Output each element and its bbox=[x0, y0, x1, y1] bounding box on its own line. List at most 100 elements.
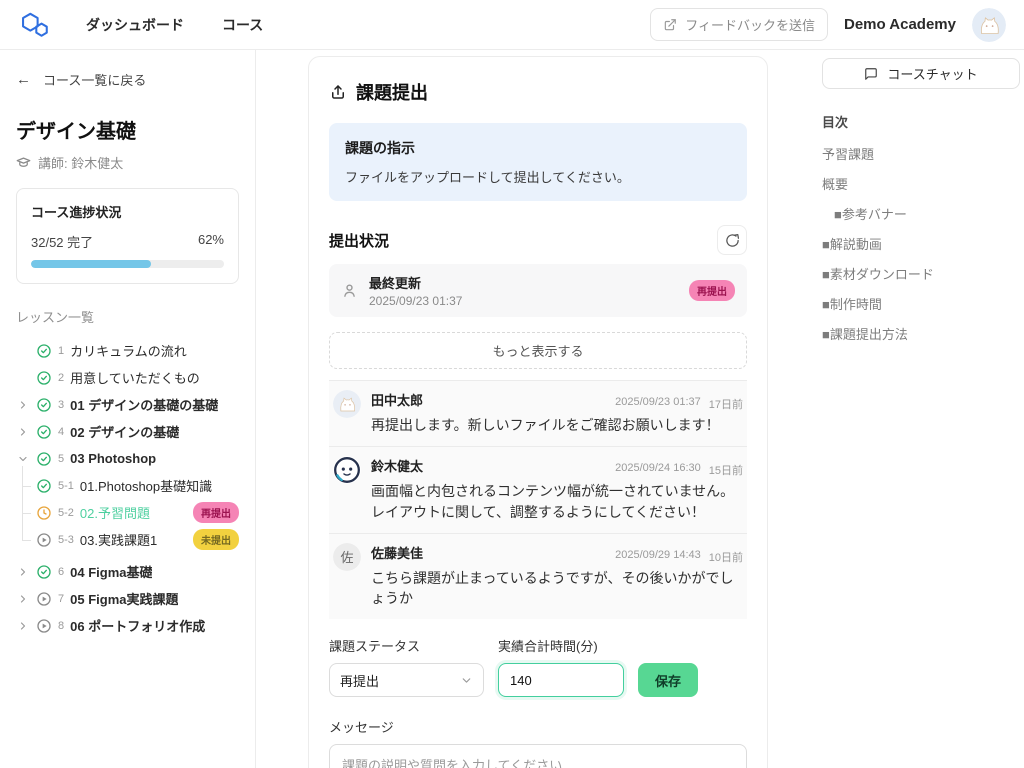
assignment-card: 課題提出 課題の指示 ファイルをアップロードして提出してください。 提出状況 bbox=[308, 56, 768, 768]
lessons-list-header: レッスン一覧 bbox=[16, 307, 239, 326]
check-circle-icon bbox=[36, 370, 52, 386]
comment-relative-time: 17日前 bbox=[709, 396, 743, 412]
lesson-item-7[interactable]: 7 05 Figma実践課題 bbox=[16, 585, 239, 612]
comment-timestamp: 2025/09/29 14:43 bbox=[615, 549, 701, 565]
progress-fill bbox=[31, 260, 151, 268]
course-progress-card: コース進捗状況 32/52 完了 62% bbox=[16, 188, 239, 284]
navbar-right: フィードバックを送信 Demo Academy bbox=[650, 8, 1006, 42]
comments-list: 田中太郎 2025/09/23 01:37 17日前 再提出します。新しいファイ… bbox=[329, 380, 747, 619]
comment-avatar-initial: 佐 bbox=[333, 543, 361, 571]
last-update-row: 最終更新 2025/09/23 01:37 再提出 bbox=[329, 264, 747, 317]
total-time-label: 実績合計時間(分) bbox=[498, 636, 624, 655]
lesson-item-1[interactable]: 1 カリキュラムの流れ bbox=[16, 337, 239, 364]
comment-body: 画面幅と内包されるコンテンツ幅が統一されていません。レイアウトに関して、調整する… bbox=[371, 481, 743, 522]
status-select-value: 再提出 bbox=[340, 671, 379, 690]
comment-item: 佐 佐藤美佳 2025/09/29 14:43 10日前 こちら課題が止まってい… bbox=[329, 533, 747, 620]
back-to-courses-link[interactable]: ← コース一覧に戻る bbox=[16, 70, 239, 89]
check-circle-icon bbox=[36, 424, 52, 440]
chevron-right-icon[interactable] bbox=[16, 619, 30, 633]
toc-item-prep[interactable]: 予習課題 bbox=[822, 139, 1020, 169]
check-circle-icon bbox=[36, 397, 52, 413]
graduation-cap-icon bbox=[16, 155, 31, 170]
chevron-right-icon[interactable] bbox=[16, 592, 30, 606]
assignment-title: 課題提出 bbox=[356, 79, 428, 105]
show-more-button[interactable]: もっと表示する bbox=[329, 332, 747, 369]
chat-bubble-icon bbox=[864, 67, 878, 81]
nav-item-courses[interactable]: コース bbox=[222, 15, 263, 35]
course-chat-label: コースチャット bbox=[887, 64, 977, 83]
course-sidebar: ← コース一覧に戻る デザイン基礎 講師: 鈴木健太 コース進捗状況 32/52… bbox=[0, 50, 256, 768]
instructor-label: 講師: 鈴木健太 bbox=[38, 153, 123, 172]
check-circle-icon bbox=[36, 343, 52, 359]
instructions-heading: 課題の指示 bbox=[345, 138, 731, 158]
message-label: メッセージ bbox=[329, 717, 747, 736]
check-circle-icon bbox=[36, 451, 52, 467]
toc-header: 目次 bbox=[822, 112, 1020, 131]
progress-card-title: コース進捗状況 bbox=[31, 202, 224, 221]
total-time-input[interactable] bbox=[498, 663, 624, 697]
status-select-label: 課題ステータス bbox=[329, 636, 484, 655]
comment-relative-time: 10日前 bbox=[709, 549, 743, 565]
lessons-list: 1 カリキュラムの流れ 2 用意していただくもの 3 01 デザインの基 bbox=[16, 337, 239, 639]
progress-completed-label: 32/52 完了 bbox=[31, 232, 93, 251]
instructions-body: ファイルをアップロードして提出してください。 bbox=[345, 167, 731, 186]
toc-item-reference-banner[interactable]: ■参考バナー bbox=[822, 199, 1020, 229]
chevron-right-icon[interactable] bbox=[16, 425, 30, 439]
play-circle-icon bbox=[36, 591, 52, 607]
toc-item-video[interactable]: ■解説動画 bbox=[822, 229, 1020, 259]
lesson-item-2[interactable]: 2 用意していただくもの bbox=[16, 364, 239, 391]
submission-status-badge: 再提出 bbox=[689, 280, 735, 301]
comment-timestamp: 2025/09/24 16:30 bbox=[615, 462, 701, 478]
back-arrow-icon: ← bbox=[16, 71, 31, 88]
comment-body: 再提出します。新しいファイルをご確認お願いします！ bbox=[371, 415, 743, 435]
chevron-down-icon bbox=[460, 674, 473, 687]
user-avatar[interactable] bbox=[972, 8, 1006, 42]
toc-item-production-time[interactable]: ■制作時間 bbox=[822, 289, 1020, 319]
nav-item-dashboard[interactable]: ダッシュボード bbox=[86, 15, 184, 35]
toc-item-materials[interactable]: ■素材ダウンロード bbox=[822, 259, 1020, 289]
toc-item-overview[interactable]: 概要 bbox=[822, 169, 1020, 199]
progress-bar-track bbox=[31, 260, 224, 268]
lesson-item-5-3[interactable]: 5-3 03.実践課題1 未提出 bbox=[16, 526, 239, 553]
lesson-item-8[interactable]: 8 06 ポートフォリオ作成 bbox=[16, 612, 239, 639]
message-textarea[interactable] bbox=[329, 744, 747, 768]
person-icon bbox=[341, 282, 358, 299]
lesson-item-5[interactable]: 5 03 Photoshop bbox=[16, 445, 239, 472]
comment-body: こちら課題が止まっているようですが、その後いかがでしょうか bbox=[371, 568, 743, 609]
status-select[interactable]: 再提出 bbox=[329, 663, 484, 697]
comment-item: 田中太郎 2025/09/23 01:37 17日前 再提出します。新しいファイ… bbox=[329, 380, 747, 446]
comment-item: 鈴木健太 2025/09/24 16:30 15日前 画面幅と内包されるコンテン… bbox=[329, 446, 747, 533]
chevron-down-icon[interactable] bbox=[16, 452, 30, 466]
lesson-item-3[interactable]: 3 01 デザインの基礎の基礎 bbox=[16, 391, 239, 418]
save-button[interactable]: 保存 bbox=[638, 663, 698, 697]
send-feedback-button[interactable]: フィードバックを送信 bbox=[650, 8, 828, 41]
comment-author: 田中太郎 bbox=[371, 390, 423, 409]
top-navbar: ダッシュボード コース フィードバックを送信 Demo Academy bbox=[0, 0, 1024, 50]
assignment-instructions-box: 課題の指示 ファイルをアップロードして提出してください。 bbox=[329, 123, 747, 201]
assignment-form-row: 課題ステータス 再提出 実績合計時間(分) 保存 bbox=[329, 636, 747, 697]
chevron-right-icon[interactable] bbox=[16, 398, 30, 412]
comment-author: 鈴木健太 bbox=[371, 456, 423, 475]
last-update-time: 2025/09/23 01:37 bbox=[369, 294, 678, 308]
brand-logo-icon[interactable] bbox=[18, 11, 52, 39]
lesson-item-5-1[interactable]: 5-1 01.Photoshop基礎知識 bbox=[16, 472, 239, 499]
lesson-item-5-2-active[interactable]: 5-2 02.予習問題 再提出 bbox=[16, 499, 239, 526]
assignment-title-row: 課題提出 bbox=[329, 79, 747, 105]
submission-status-title: 提出状況 bbox=[329, 230, 389, 251]
progress-numbers-row: 32/52 完了 62% bbox=[31, 232, 224, 251]
refresh-button[interactable] bbox=[717, 225, 747, 255]
external-link-icon bbox=[663, 18, 677, 32]
lesson-5-sublist: 5-1 01.Photoshop基礎知識 5-2 02.予習問題 再提出 bbox=[16, 472, 239, 553]
main-area: 課題提出 課題の指示 ファイルをアップロードして提出してください。 提出状況 bbox=[256, 50, 812, 768]
chevron-right-icon[interactable] bbox=[16, 565, 30, 579]
course-chat-button[interactable]: コースチャット bbox=[822, 58, 1020, 89]
comment-author: 佐藤美佳 bbox=[371, 543, 423, 562]
comment-avatar-cat bbox=[333, 390, 361, 418]
progress-percent-label: 62% bbox=[198, 232, 224, 251]
status-badge-resubmit: 再提出 bbox=[193, 502, 239, 523]
lesson-item-4[interactable]: 4 02 デザインの基礎 bbox=[16, 418, 239, 445]
toc-item-submission-method[interactable]: ■課題提出方法 bbox=[822, 319, 1020, 349]
submission-status-header: 提出状況 bbox=[329, 225, 747, 255]
lesson-item-6[interactable]: 6 04 Figma基礎 bbox=[16, 558, 239, 585]
toc-sidebar: コースチャット 目次 予習課題 概要 ■参考バナー ■解説動画 ■素材ダウンロー… bbox=[812, 50, 1024, 768]
